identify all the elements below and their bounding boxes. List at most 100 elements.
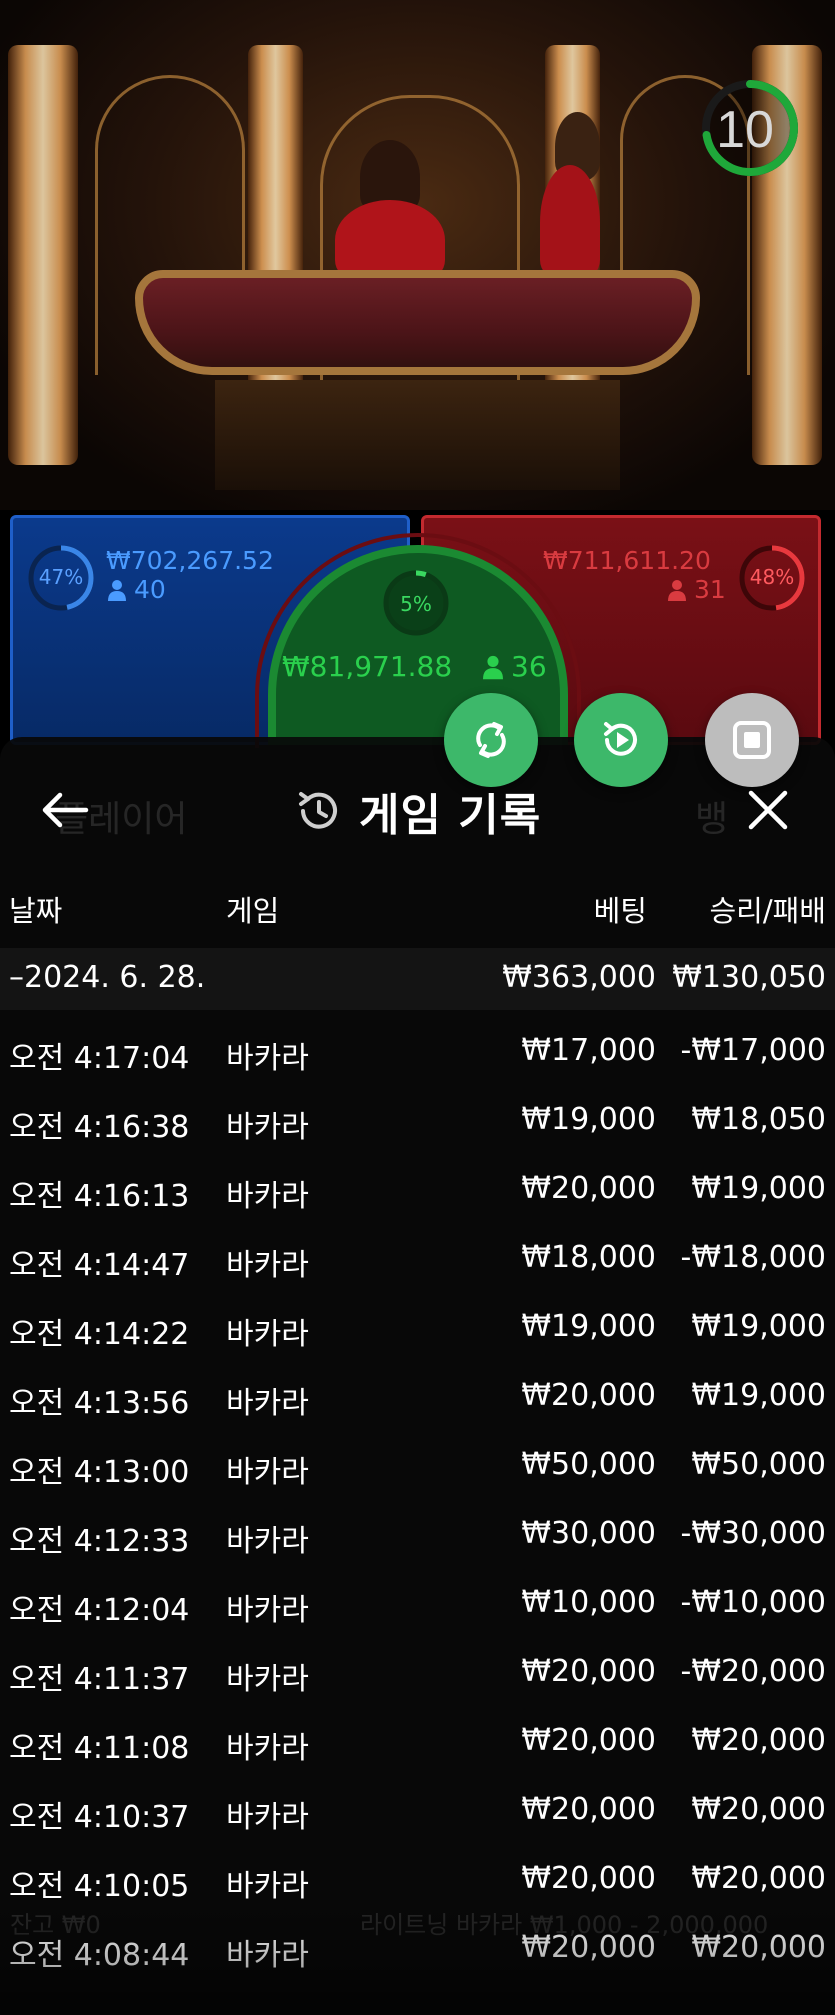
history-row-time: 오전 4:13:00 bbox=[9, 1455, 190, 1490]
history-row[interactable]: 오전 4:13:56 바카라 ₩20,000 ₩19,000 bbox=[0, 1364, 835, 1433]
history-row-time: 오전 4:11:08 bbox=[9, 1731, 190, 1766]
history-row-time: 오전 4:11:37 bbox=[9, 1662, 190, 1697]
panel-header: 게임 기록 bbox=[295, 785, 541, 841]
history-row[interactable]: 오전 4:11:37 바카라 ₩20,000 -₩20,000 bbox=[0, 1640, 835, 1709]
history-row[interactable]: 오전 4:10:05 바카라 ₩20,000 ₩20,000 bbox=[0, 1847, 835, 1916]
history-row-win-loss: ₩19,000 bbox=[691, 1378, 826, 1413]
column-header-win-loss[interactable]: 승리/패배 bbox=[710, 888, 827, 930]
history-row-game: 바카라 bbox=[226, 1524, 309, 1559]
replay-button[interactable] bbox=[574, 693, 668, 787]
history-row-win-loss: -₩18,000 bbox=[680, 1240, 826, 1275]
column-header-date[interactable]: 날짜 bbox=[9, 888, 62, 930]
history-row[interactable]: 오전 4:13:00 바카라 ₩50,000 ₩50,000 bbox=[0, 1433, 835, 1502]
dealer2-body bbox=[540, 165, 600, 280]
history-row[interactable]: 오전 4:10:37 바카라 ₩20,000 ₩20,000 bbox=[0, 1778, 835, 1847]
history-row-time: 오전 4:10:37 bbox=[9, 1800, 190, 1835]
history-row-game: 바카라 bbox=[226, 1731, 309, 1766]
history-row-win-loss: ₩50,000 bbox=[691, 1447, 826, 1482]
history-row-win-loss: -₩20,000 bbox=[680, 1654, 826, 1689]
history-row-bet: ₩20,000 bbox=[521, 1861, 656, 1896]
history-row-game: 바카라 bbox=[226, 1800, 309, 1835]
baccarat-table bbox=[135, 270, 700, 375]
history-row-win-loss: ₩20,000 bbox=[691, 1723, 826, 1758]
date-group-bet-total: ₩363,000 bbox=[502, 960, 656, 995]
history-row-win-loss: ₩20,000 bbox=[691, 1792, 826, 1827]
rotate-arrows-icon bbox=[476, 722, 506, 758]
tie-total-amount: ₩81,971.88 bbox=[282, 650, 453, 683]
history-row-game: 바카라 bbox=[226, 1110, 309, 1145]
history-row-win-loss: ₩20,000 bbox=[691, 1930, 826, 1965]
ghost-banker-label: 뱅 bbox=[695, 799, 729, 840]
history-row-bet: ₩10,000 bbox=[521, 1585, 656, 1620]
history-row-bet: ₩20,000 bbox=[521, 1792, 656, 1827]
history-row-game: 바카라 bbox=[226, 1248, 309, 1283]
history-row[interactable]: 오전 4:14:47 바카라 ₩18,000 -₩18,000 bbox=[0, 1226, 835, 1295]
history-row-game: 바카라 bbox=[226, 1869, 309, 1904]
player-total-amount: ₩702,267.52 bbox=[106, 546, 274, 575]
history-row-game: 바카라 bbox=[226, 1662, 309, 1697]
column-header-bet[interactable]: 베팅 bbox=[594, 888, 647, 930]
history-row-win-loss: ₩18,050 bbox=[691, 1102, 826, 1137]
history-row-time: 오전 4:12:04 bbox=[9, 1593, 190, 1628]
history-row[interactable]: 오전 4:12:33 바카라 ₩30,000 -₩30,000 bbox=[0, 1502, 835, 1571]
history-icon bbox=[299, 792, 337, 829]
history-row-bet: ₩18,000 bbox=[521, 1240, 656, 1275]
history-row-game: 바카라 bbox=[226, 1593, 309, 1628]
history-row-bet: ₩20,000 bbox=[521, 1378, 656, 1413]
history-row-bet: ₩19,000 bbox=[521, 1309, 656, 1344]
live-video-feed bbox=[0, 0, 835, 510]
history-row-bet: ₩20,000 bbox=[521, 1171, 656, 1206]
stop-button[interactable] bbox=[705, 693, 799, 787]
history-row-time: 오전 4:16:13 bbox=[9, 1179, 190, 1214]
history-row[interactable]: 오전 4:12:04 바카라 ₩10,000 -₩10,000 bbox=[0, 1571, 835, 1640]
history-row[interactable]: 오전 4:08:44 바카라 ₩20,000 ₩20,000 bbox=[0, 1916, 835, 1985]
history-row-time: 오전 4:14:22 bbox=[9, 1317, 190, 1352]
countdown-timer-value: 10 bbox=[716, 101, 774, 159]
dealer-body bbox=[335, 200, 445, 280]
history-row-time: 오전 4:13:56 bbox=[9, 1386, 190, 1421]
history-row-bet: ₩19,000 bbox=[521, 1102, 656, 1137]
history-row-time: 오전 4:17:04 bbox=[9, 1041, 190, 1076]
history-row-bet: ₩20,000 bbox=[521, 1654, 656, 1689]
player-bettor-count: 40 bbox=[108, 575, 166, 604]
history-row-game: 바카라 bbox=[226, 1317, 309, 1352]
player-bettor-count-value: 40 bbox=[134, 575, 166, 604]
column-header-game[interactable]: 게임 bbox=[226, 888, 279, 930]
arrow-left-icon[interactable] bbox=[40, 790, 90, 830]
history-row-win-loss: -₩30,000 bbox=[680, 1516, 826, 1551]
history-row[interactable]: 오전 4:16:13 바카라 ₩20,000 ₩19,000 bbox=[0, 1157, 835, 1226]
close-icon[interactable] bbox=[745, 787, 791, 833]
table-base bbox=[215, 380, 620, 490]
history-row-time: 오전 4:16:38 bbox=[9, 1110, 190, 1145]
history-row[interactable]: 오전 4:11:08 바카라 ₩20,000 ₩20,000 bbox=[0, 1709, 835, 1778]
history-row-time: 오전 4:08:44 bbox=[9, 1938, 190, 1973]
replay-icon bbox=[604, 722, 637, 756]
history-row-game: 바카라 bbox=[226, 1455, 309, 1490]
history-row-game: 바카라 bbox=[226, 1386, 309, 1421]
banker-bettor-count-value: 31 bbox=[694, 575, 726, 604]
history-row-bet: ₩30,000 bbox=[521, 1516, 656, 1551]
history-row-bet: ₩17,000 bbox=[521, 1033, 656, 1068]
panel-title: 게임 기록 bbox=[359, 790, 542, 841]
history-row-time: 오전 4:14:47 bbox=[9, 1248, 190, 1283]
user-icon bbox=[108, 579, 126, 601]
history-row-bet: ₩20,000 bbox=[521, 1930, 656, 1965]
pillar-left bbox=[8, 45, 78, 465]
history-row[interactable]: 오전 4:17:04 바카라 ₩17,000 -₩17,000 bbox=[0, 1019, 835, 1088]
history-row[interactable]: 오전 4:16:38 바카라 ₩19,000 ₩18,050 bbox=[0, 1088, 835, 1157]
history-row-game: 바카라 bbox=[226, 1041, 309, 1076]
history-row-win-loss: -₩10,000 bbox=[680, 1585, 826, 1620]
user-icon bbox=[668, 579, 686, 601]
history-row[interactable]: 오전 4:14:22 바카라 ₩19,000 ₩19,000 bbox=[0, 1295, 835, 1364]
stop-icon bbox=[733, 721, 771, 759]
history-row-time: 오전 4:10:05 bbox=[9, 1869, 190, 1904]
history-row-time: 오전 4:12:33 bbox=[9, 1524, 190, 1559]
history-row-game: 바카라 bbox=[226, 1179, 309, 1214]
tie-bettor-count-value: 36 bbox=[511, 650, 547, 683]
player-percent: 47% bbox=[38, 565, 84, 589]
banker-total-amount: ₩711,611.20 bbox=[543, 546, 711, 575]
date-group-row[interactable]: –2024. 6. 28. ₩363,000 ₩130,050 bbox=[0, 948, 835, 1010]
history-row-win-loss: -₩17,000 bbox=[680, 1033, 826, 1068]
swap-view-button[interactable] bbox=[444, 693, 538, 787]
history-row-game: 바카라 bbox=[226, 1938, 309, 1973]
